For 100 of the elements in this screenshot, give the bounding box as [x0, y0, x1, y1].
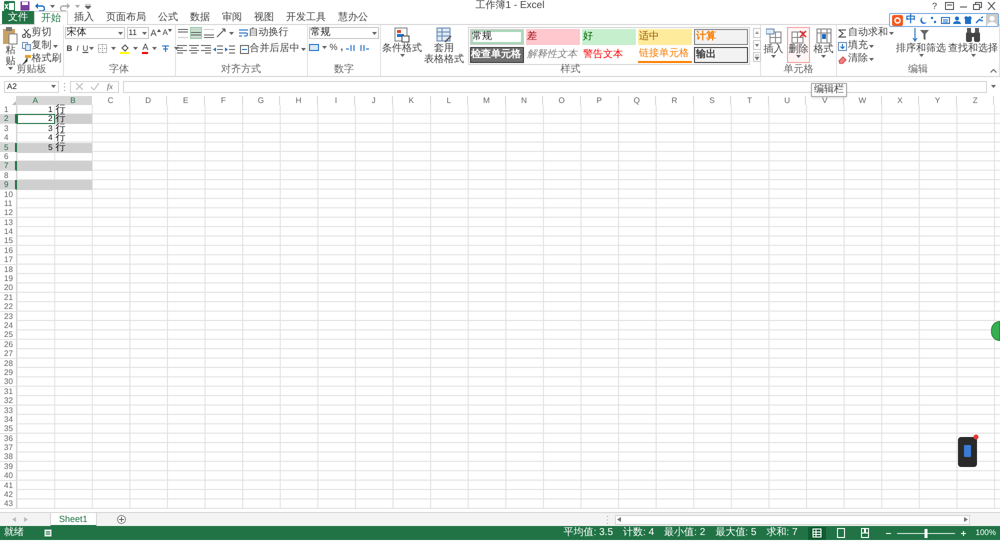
row-header[interactable]: 9	[0, 180, 17, 190]
copy-button[interactable]: 复制	[22, 40, 62, 52]
table-cell[interactable]: 行	[54, 114, 92, 124]
font-size-field[interactable]: 11	[126, 27, 149, 39]
ribbon-tab[interactable]: 开发工具	[280, 11, 332, 24]
row-header[interactable]: 16	[0, 246, 17, 256]
row-header[interactable]: 3	[0, 124, 17, 134]
save-icon[interactable]	[20, 1, 30, 11]
selected-cell[interactable]	[54, 180, 92, 190]
ribbon-tab[interactable]: 视图	[248, 11, 280, 24]
row-header[interactable]: 31	[0, 386, 17, 397]
increase-decimal-icon[interactable]	[346, 43, 356, 52]
align-bottom-button[interactable]	[202, 27, 215, 39]
punctuation-icon[interactable]	[930, 16, 938, 24]
row-header[interactable]: 10	[0, 190, 17, 200]
row-header[interactable]: 2	[0, 114, 17, 124]
row-header[interactable]: 20	[0, 283, 17, 294]
ribbon-tab[interactable]: 公式	[152, 11, 184, 24]
cell-style-option[interactable]: 常规	[470, 29, 524, 45]
row-header[interactable]: 41	[0, 480, 17, 491]
cut-button[interactable]: 剪切	[22, 27, 62, 39]
row-header[interactable]: 43	[0, 499, 17, 510]
row-header[interactable]: 34	[0, 414, 17, 425]
bold-button[interactable]: B	[66, 44, 72, 52]
row-header[interactable]: 1	[0, 105, 17, 115]
row-header[interactable]: 21	[0, 292, 17, 303]
row-header[interactable]: 23	[0, 312, 17, 322]
row-header[interactable]: 24	[0, 320, 17, 331]
row-header[interactable]: 18	[0, 264, 17, 275]
cell-style-option[interactable]: 输出	[694, 47, 748, 63]
currency-icon[interactable]	[308, 43, 319, 52]
row-header[interactable]: 40	[0, 471, 17, 482]
decrease-decimal-icon[interactable]	[359, 43, 370, 52]
fill-color-icon[interactable]	[120, 44, 130, 54]
row-header[interactable]: 39	[0, 462, 17, 472]
align-center-icon[interactable]	[188, 44, 199, 54]
text-orientation-icon[interactable]	[216, 28, 228, 38]
table-cell[interactable]: 行	[54, 142, 92, 153]
selected-cell[interactable]	[17, 161, 55, 172]
increase-font-button[interactable]: A	[150, 28, 161, 38]
formula-input[interactable]	[122, 80, 987, 92]
row-header[interactable]: 22	[0, 302, 17, 312]
table-cell[interactable]: 5	[17, 142, 55, 153]
row-header[interactable]: 15	[0, 236, 17, 246]
clear-button[interactable]: 清除	[838, 53, 894, 65]
row-header[interactable]: 38	[0, 452, 17, 462]
cell-style-option[interactable]: 适中	[638, 29, 692, 45]
phonetic-icon[interactable]	[161, 44, 170, 53]
ribbon-tab[interactable]: 慧办公	[332, 11, 374, 24]
gallery-up-icon[interactable]	[753, 28, 761, 38]
ribbon-tab[interactable]: 审阅	[216, 11, 248, 24]
row-header[interactable]: 11	[0, 198, 17, 209]
selected-cell[interactable]	[17, 180, 55, 190]
selected-cell[interactable]	[54, 161, 92, 172]
gallery-down-icon[interactable]	[753, 40, 761, 50]
customize-icon[interactable]	[85, 4, 91, 8]
row-header[interactable]: 36	[0, 434, 17, 444]
collapse-ribbon-icon[interactable]	[990, 69, 997, 73]
row-header[interactable]: 17	[0, 255, 17, 266]
ribbon-tab[interactable]: 数据	[184, 11, 216, 24]
sort-filter-button[interactable]: 排序和筛选	[896, 27, 946, 57]
align-top-button[interactable]	[176, 27, 189, 39]
phone-widget-icon[interactable]	[957, 434, 979, 468]
shirt-icon[interactable]	[964, 16, 972, 24]
row-header[interactable]: 4	[0, 133, 17, 144]
row-header[interactable]: 29	[0, 368, 17, 378]
find-select-button[interactable]: 查找和选择	[948, 27, 998, 57]
align-right-icon[interactable]	[200, 44, 211, 54]
row-header[interactable]: 32	[0, 396, 17, 406]
row-header[interactable]: 28	[0, 358, 17, 369]
align-left-icon[interactable]	[176, 44, 187, 54]
ribbon-tab[interactable]: 插入	[68, 11, 100, 24]
horizontal-scrollbar[interactable]	[615, 514, 970, 524]
expand-formula-icon[interactable]	[991, 85, 996, 88]
autosum-button[interactable]: 自动求和	[838, 27, 894, 39]
moon-icon[interactable]	[919, 16, 927, 24]
macro-record-icon[interactable]	[44, 529, 52, 537]
row-header[interactable]: 7	[0, 161, 17, 172]
input-mode-button[interactable]: 中	[906, 15, 916, 25]
ribbon-tab[interactable]: 开始	[34, 11, 68, 25]
percent-button[interactable]: %	[330, 43, 338, 52]
number-format-field[interactable]: 常规	[308, 27, 379, 39]
zoom-in-icon[interactable]	[960, 530, 966, 536]
format-as-table-button[interactable]: 套用 表格格式	[424, 27, 464, 65]
decrease-font-button[interactable]: A	[162, 29, 172, 37]
row-header[interactable]: 42	[0, 490, 17, 500]
decrease-indent-icon[interactable]	[212, 44, 223, 54]
row-header[interactable]: 12	[0, 208, 17, 218]
insert-function-button[interactable]: fx	[107, 82, 113, 90]
table-cell[interactable]: 3	[17, 124, 55, 134]
comma-button[interactable]: ,	[340, 43, 344, 52]
font-color-button[interactable]: A	[142, 43, 148, 54]
ribbon-display-icon[interactable]	[945, 2, 954, 10]
row-header[interactable]: 26	[0, 340, 17, 350]
row-header[interactable]: 13	[0, 218, 17, 228]
row-header[interactable]: 8	[0, 170, 17, 181]
zoom-out-icon[interactable]	[886, 530, 891, 536]
row-header[interactable]: 25	[0, 330, 17, 340]
row-header[interactable]: 35	[0, 424, 17, 434]
row-header[interactable]: 6	[0, 152, 17, 162]
